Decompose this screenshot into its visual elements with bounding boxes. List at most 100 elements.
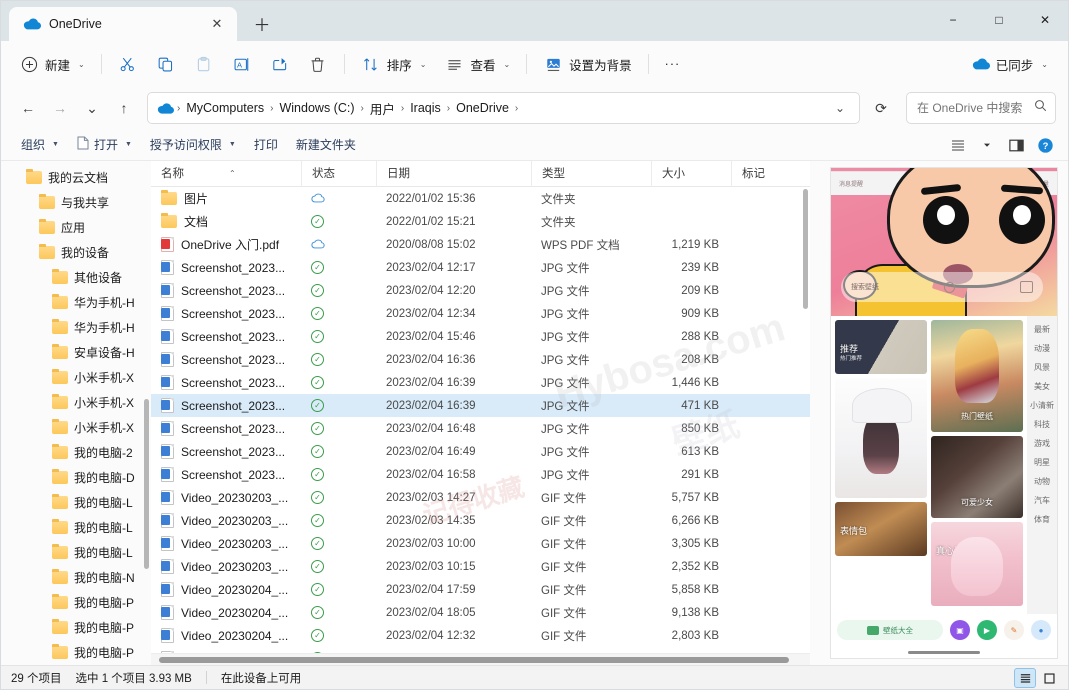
table-row[interactable]: Screenshot_2023... ✓ 2023/02/04 16:48 JPG 文… — [151, 417, 810, 440]
sidebar-item[interactable]: 我的电脑-P — [3, 590, 149, 615]
horizontal-scroll-thumb[interactable] — [159, 657, 789, 663]
maximize-button[interactable]: □ — [976, 1, 1022, 39]
table-row[interactable]: Screenshot_2023... ✓ 2023/02/04 16:39 JPG 文… — [151, 394, 810, 417]
recent-locations-button[interactable]: ⌄ — [77, 93, 107, 123]
breadcrumb-item-iraqis[interactable]: Iraqis — [405, 98, 446, 118]
search-icon[interactable] — [1034, 99, 1047, 117]
table-row[interactable]: 图片 2022/01/02 15:36 文件夹 — [151, 187, 810, 210]
table-row[interactable]: Video_20230203_... ✓ 2023/02/03 14:35 GIF 文… — [151, 509, 810, 532]
table-row[interactable]: Video_20230203_... ✓ 2023/02/03 10:00 GIF 文… — [151, 532, 810, 555]
sidebar-item[interactable]: 我的电脑-L — [3, 515, 149, 540]
details-view-toggle[interactable] — [1014, 668, 1036, 688]
large-icons-view-toggle[interactable] — [1038, 668, 1060, 688]
column-header-date[interactable]: 日期 — [376, 161, 531, 187]
sidebar-item[interactable]: 我的电脑-2 — [3, 440, 149, 465]
minimize-button[interactable]: − — [930, 1, 976, 39]
table-row[interactable]: OneDrive 入门.pdf 2020/08/08 15:02 WPS PDF 文… — [151, 233, 810, 256]
table-row[interactable]: Screenshot_2023... ✓ 2023/02/04 12:17 JPG 文… — [151, 256, 810, 279]
sidebar-item[interactable]: 我的电脑-N — [3, 565, 149, 590]
column-header-name[interactable]: 名称 ⌃ — [151, 161, 301, 187]
new-folder-button[interactable]: 新建文件夹 — [288, 132, 364, 158]
preview-pane-button[interactable] — [1003, 132, 1029, 158]
new-button[interactable]: 新建 ⌄ — [11, 48, 93, 80]
table-row[interactable]: Video_20230203_... ✓ 2023/02/03 10:15 GIF 文… — [151, 555, 810, 578]
forward-button[interactable]: → — [45, 93, 75, 123]
sidebar-item[interactable]: 安卓设备-H — [3, 340, 149, 365]
sidebar-item[interactable]: 应用 — [3, 215, 149, 240]
sidebar-item[interactable]: 我的电脑-L — [3, 540, 149, 565]
paste-button[interactable] — [186, 48, 222, 80]
sidebar-item[interactable]: 小米手机-X — [3, 390, 149, 415]
sidebar-item[interactable]: 我的电脑-P — [3, 640, 149, 665]
view-button[interactable]: 查看 ⌄ — [436, 48, 518, 80]
table-row[interactable]: Screenshot_2023... ✓ 2023/02/04 12:20 JPG 文… — [151, 279, 810, 302]
print-button[interactable]: 打印 — [246, 132, 286, 158]
file-list-horizontal-scrollbar[interactable] — [151, 653, 810, 665]
set-as-background-button[interactable]: 设置为背景 — [535, 48, 640, 80]
sidebar-item[interactable]: 华为手机-H — [3, 315, 149, 340]
table-row[interactable]: Video_20230204_... ✓ 2023/02/04 18:05 GIF 文… — [151, 601, 810, 624]
sidebar-item[interactable]: 小米手机-X — [3, 415, 149, 440]
table-row[interactable]: Video_20230204_... ✓ 2023/02/04 17:59 GIF 文… — [151, 578, 810, 601]
search-box[interactable] — [906, 92, 1056, 124]
close-window-button[interactable]: ✕ — [1022, 1, 1068, 39]
open-menu[interactable]: 打开 ▼ — [69, 132, 140, 158]
new-tab-icon[interactable]: ＋ — [247, 8, 277, 38]
help-button[interactable]: ? — [1032, 132, 1058, 158]
file-list-scrollbar[interactable] — [803, 189, 808, 309]
cut-button[interactable] — [110, 48, 146, 80]
sort-button[interactable]: 排序 ⌄ — [353, 48, 435, 80]
column-header-size[interactable]: 大小 — [651, 161, 731, 187]
sync-status-button[interactable]: 已同步 ⌄ — [964, 48, 1056, 80]
chevron-down-icon[interactable]: ⌄ — [420, 60, 427, 69]
column-header-tags[interactable]: 标记 — [731, 161, 801, 187]
delete-button[interactable] — [300, 48, 336, 80]
sidebar-item[interactable]: 我的设备 — [3, 240, 149, 265]
layout-options-button[interactable] — [945, 132, 971, 158]
table-row[interactable]: Screenshot_2023... ✓ 2023/02/04 12:34 JPG 文… — [151, 302, 810, 325]
rename-button[interactable]: A — [224, 48, 260, 80]
address-bar[interactable]: › MyComputers › Windows (C:) › 用户 › Iraq… — [147, 92, 860, 124]
table-row[interactable]: Screenshot_2023... ✓ 2023/02/04 16:36 JPG 文… — [151, 348, 810, 371]
close-tab-icon[interactable]: ✕ — [205, 12, 229, 36]
layout-dropdown-icon[interactable] — [974, 132, 1000, 158]
back-button[interactable]: ← — [13, 93, 43, 123]
navigation-pane-scrollbar[interactable] — [144, 399, 149, 569]
table-row[interactable]: Screenshot_2023... ✓ 2023/02/04 16:49 JPG 文… — [151, 440, 810, 463]
table-row[interactable]: Screenshot_2023... ✓ 2023/02/04 16:39 JPG 文… — [151, 371, 810, 394]
table-row[interactable]: 文档 ✓ 2022/01/02 15:21 文件夹 — [151, 210, 810, 233]
sort-button-label: 排序 — [386, 58, 412, 73]
sidebar-item[interactable]: 我的电脑-D — [3, 465, 149, 490]
organize-menu[interactable]: 组织 ▼ — [13, 132, 67, 158]
breadcrumb-item-mycomputers[interactable]: MyComputers — [181, 98, 269, 118]
chevron-down-icon[interactable]: ⌄ — [78, 60, 85, 69]
table-row[interactable]: Video_20230204_... ✓ 2023/02/04 12:32 GIF 文… — [151, 624, 810, 647]
breadcrumb-item-users[interactable]: 用户 — [365, 96, 400, 121]
tab-onedrive[interactable]: OneDrive ✕ — [9, 7, 237, 41]
table-row[interactable]: Screenshot_2023... ✓ 2023/02/04 16:58 JPG 文… — [151, 463, 810, 486]
sidebar-item[interactable]: 小米手机-X — [3, 365, 149, 390]
chevron-down-icon[interactable]: ⌄ — [1041, 60, 1048, 69]
sidebar-item[interactable]: 其他设备 — [3, 265, 149, 290]
column-header-type[interactable]: 类型 — [531, 161, 651, 187]
share-button[interactable] — [262, 48, 298, 80]
search-input[interactable] — [915, 100, 1033, 116]
grant-access-menu[interactable]: 授予访问权限 ▼ — [142, 132, 244, 158]
sidebar-item[interactable]: 华为手机-H — [3, 290, 149, 315]
address-history-icon[interactable]: ⌄ — [827, 95, 853, 121]
copy-button[interactable] — [148, 48, 184, 80]
sidebar-item[interactable]: 我的电脑-P — [3, 615, 149, 640]
table-row[interactable]: Screenshot_2023... ✓ 2023/02/04 15:46 JPG 文… — [151, 325, 810, 348]
sidebar-item[interactable]: 我的电脑-L — [3, 490, 149, 515]
sidebar-item[interactable]: 与我共享 — [3, 190, 149, 215]
more-options-button[interactable]: ··· — [657, 48, 689, 80]
column-header-status[interactable]: 状态 — [301, 161, 376, 187]
refresh-button[interactable]: ⟳ — [866, 93, 896, 123]
table-row[interactable]: Video_20230203_... ✓ 2023/02/03 14:27 GIF 文… — [151, 486, 810, 509]
up-button[interactable]: ↑ — [109, 93, 139, 123]
breadcrumb-item-onedrive[interactable]: OneDrive — [451, 98, 514, 118]
sidebar-item[interactable]: 我的云文档 — [3, 165, 149, 190]
breadcrumb-item-windows-c[interactable]: Windows (C:) — [274, 98, 359, 118]
navigation-pane[interactable]: 我的云文档 与我共享 应用 我的设备 其他设备 华为手机-H 华为手机-H 安卓设备-H 小米手… — [1, 161, 151, 665]
chevron-down-icon[interactable]: ⌄ — [503, 60, 510, 69]
